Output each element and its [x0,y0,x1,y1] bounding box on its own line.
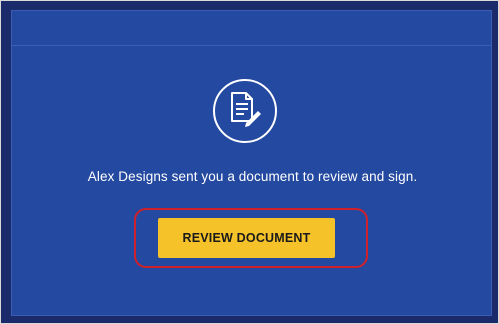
document-pen-icon [231,92,261,127]
document-sign-icon [213,79,277,143]
email-panel: Alex Designs sent you a document to revi… [11,10,492,316]
header-divider [12,45,491,46]
email-message: Alex Designs sent you a document to revi… [87,169,418,184]
review-document-button[interactable]: REVIEW DOCUMENT [158,218,335,258]
email-frame: Alex Designs sent you a document to revi… [0,0,499,324]
